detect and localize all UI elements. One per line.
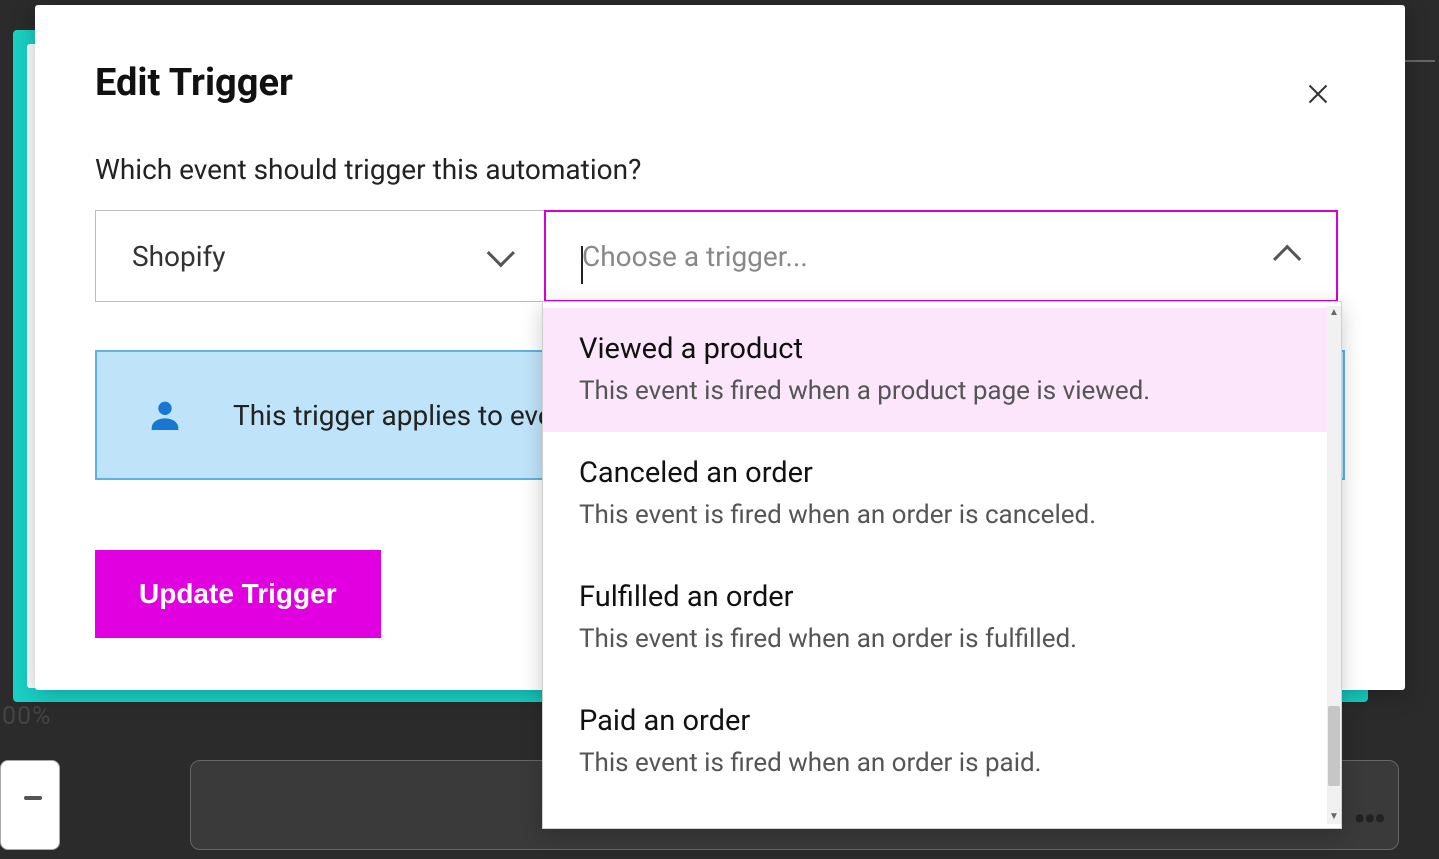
chevron-down-icon <box>487 239 515 267</box>
dropdown-option-canceled-order[interactable]: Canceled an order This event is fired wh… <box>543 432 1327 556</box>
zoom-out-button[interactable] <box>24 796 42 800</box>
dropdown-option-fulfilled-order[interactable]: Fulfilled an order This event is fired w… <box>543 556 1327 680</box>
dropdown-option-subtitle: This event is fired when an order is ful… <box>579 624 1291 654</box>
select-row: Shopify Choose a trigger... <box>95 210 1345 302</box>
trigger-dropdown-list: Viewed a product This event is fired whe… <box>543 308 1327 822</box>
info-banner-text: This trigger applies to ever <box>233 399 562 432</box>
modal-title: Edit Trigger <box>95 61 1345 105</box>
zoom-percent-fragment: 00% <box>2 702 51 731</box>
dropdown-option-subtitle: This event is fired when a product page … <box>579 376 1291 406</box>
scroll-down-arrow[interactable]: ▼ <box>1327 810 1341 824</box>
dropdown-scrollbar[interactable]: ▲ ▼ <box>1327 306 1341 824</box>
person-icon <box>145 395 185 435</box>
dropdown-option-title: Fulfilled an order <box>579 580 1291 614</box>
question-label: Which event should trigger this automati… <box>95 153 1345 186</box>
toolbar-panel-fragment <box>0 760 60 850</box>
trigger-dropdown: Viewed a product This event is fired whe… <box>542 301 1342 829</box>
text-caret <box>581 246 583 284</box>
source-select[interactable]: Shopify <box>95 210 545 302</box>
more-options-button[interactable]: ••• <box>1353 800 1384 840</box>
close-button[interactable] <box>1301 77 1335 111</box>
dropdown-option-title: Viewed a product <box>579 332 1291 366</box>
scroll-thumb[interactable] <box>1328 706 1340 786</box>
dropdown-option-viewed-product[interactable]: Viewed a product This event is fired whe… <box>543 308 1327 432</box>
dropdown-option-subtitle: This event is fired when an order is can… <box>579 500 1291 530</box>
source-select-value: Shopify <box>132 240 226 273</box>
dropdown-option-title: Paid an order <box>579 704 1291 738</box>
scroll-up-arrow[interactable]: ▲ <box>1327 306 1341 320</box>
dropdown-option-paid-order[interactable]: Paid an order This event is fired when a… <box>543 680 1327 804</box>
trigger-select-placeholder: Choose a trigger... <box>582 240 808 273</box>
update-trigger-button[interactable]: Update Trigger <box>95 550 381 638</box>
trigger-select[interactable]: Choose a trigger... <box>544 210 1338 302</box>
chevron-up-icon <box>1273 245 1301 273</box>
decorative-line <box>1405 60 1435 62</box>
dropdown-option-title: Canceled an order <box>579 456 1291 490</box>
dropdown-option-subtitle: This event is fired when an order is pai… <box>579 748 1291 778</box>
